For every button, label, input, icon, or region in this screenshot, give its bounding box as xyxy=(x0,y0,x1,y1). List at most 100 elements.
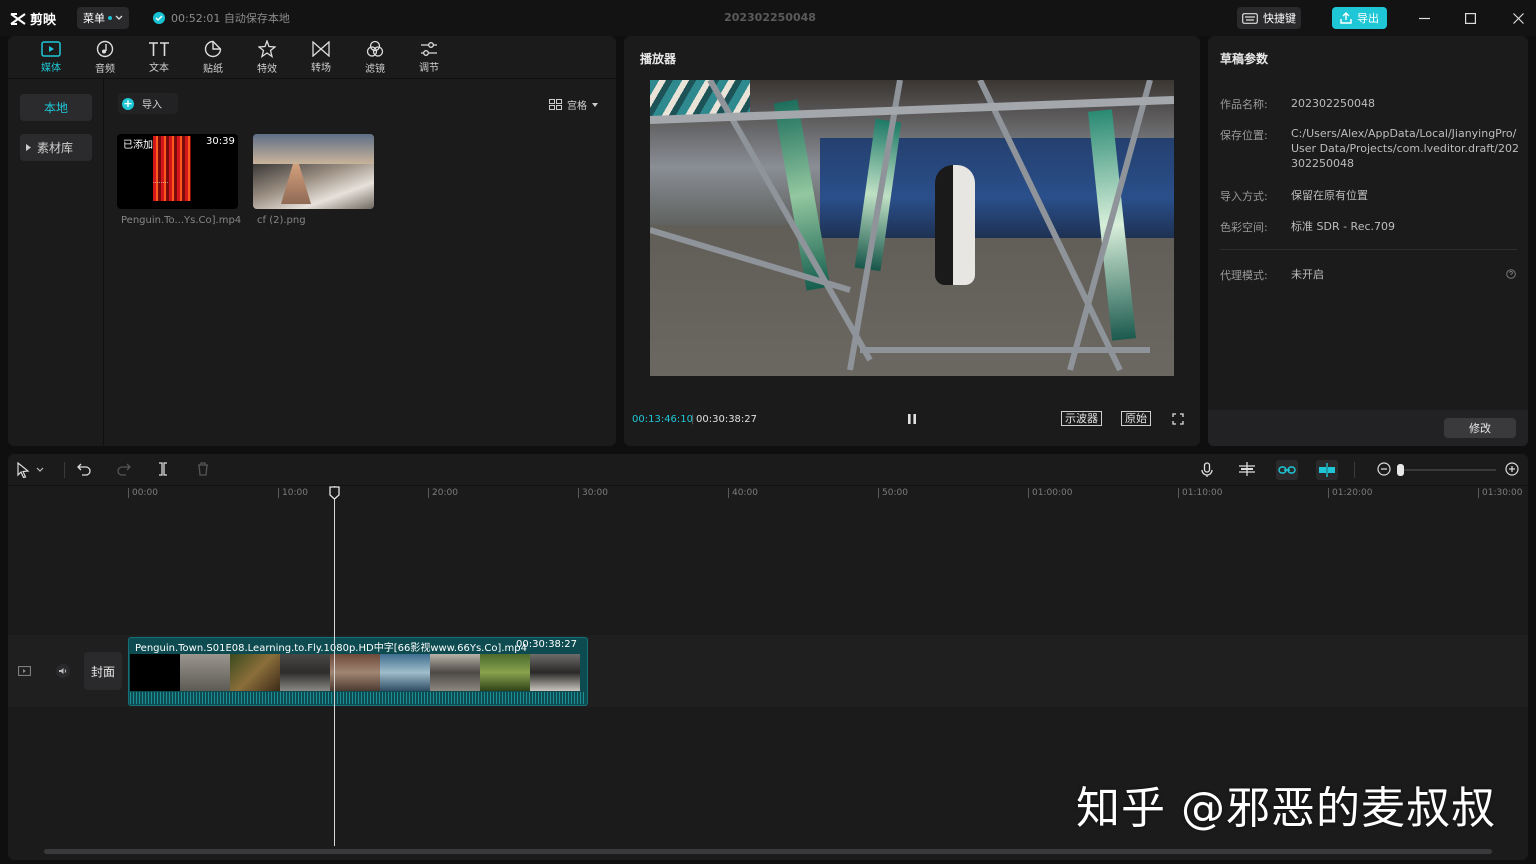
shortcut-button[interactable]: 快捷键 xyxy=(1237,7,1301,29)
import-button[interactable]: + 导入 xyxy=(118,93,178,114)
split-button[interactable] xyxy=(157,462,169,476)
pause-button[interactable] xyxy=(906,412,918,429)
player-total-time: 00:30:38:27 xyxy=(696,414,758,425)
menu-button[interactable]: 菜单 xyxy=(77,7,129,29)
delete-button[interactable] xyxy=(197,462,209,476)
track-visibility-button[interactable] xyxy=(18,665,31,679)
maximize-icon xyxy=(1464,12,1476,24)
select-tool-button[interactable] xyxy=(16,462,44,478)
cover-button[interactable]: 封面 xyxy=(84,652,122,690)
undo-button[interactable] xyxy=(77,462,91,476)
capcut-logo-icon xyxy=(10,12,26,25)
speaker-icon xyxy=(59,668,67,674)
ruler-tick: 30:00 xyxy=(578,488,608,498)
modify-button[interactable]: 修改 xyxy=(1444,418,1516,438)
preview-axis-icon xyxy=(1319,463,1335,477)
app-logo-text: 剪映 xyxy=(30,13,57,28)
project-title: 202302250048 xyxy=(724,11,816,24)
nav-library[interactable]: 素材库 xyxy=(20,134,92,161)
fullscreen-button[interactable] xyxy=(1172,413,1184,428)
minimize-button[interactable] xyxy=(1414,8,1434,28)
zoom-slider-handle[interactable] xyxy=(1397,464,1404,476)
export-button[interactable]: 导出 xyxy=(1332,7,1387,29)
caret-right-icon xyxy=(26,144,31,151)
timeline-toolbar xyxy=(8,454,1528,486)
view-mode-button[interactable]: 宫格 xyxy=(549,97,598,112)
fullscreen-icon xyxy=(1172,413,1184,425)
help-icon[interactable] xyxy=(1506,268,1516,282)
video-track-icon xyxy=(18,666,31,676)
grid-icon xyxy=(549,99,562,110)
waveform-button[interactable]: 示波器 xyxy=(1061,411,1102,426)
video-preview[interactable] xyxy=(650,80,1174,376)
tab-transition[interactable]: 转场 xyxy=(294,36,348,79)
playhead-handle[interactable] xyxy=(329,486,340,500)
video-clip[interactable]: Penguin.Town.S01E08.Learning.to.Fly.1080… xyxy=(128,637,588,706)
title-bar: 剪映 菜单 00:52:01 自动保存本地 202302250048 快捷键 导… xyxy=(0,0,1536,36)
player-title: 播放器 xyxy=(640,52,677,66)
pause-icon xyxy=(908,414,916,424)
clip-audio-waveform xyxy=(130,692,586,704)
autosave-text: 00:52:01 自动保存本地 xyxy=(171,12,290,25)
track-mute-button[interactable] xyxy=(56,664,70,678)
media-side-nav: 本地 素材库 xyxy=(8,79,104,446)
original-ratio-button[interactable]: 原始 xyxy=(1121,411,1151,426)
tab-audio[interactable]: 音频 xyxy=(78,36,132,79)
media-item-image[interactable] xyxy=(253,134,374,209)
split-icon xyxy=(159,462,167,476)
draft-field-value: C:/Users/Alex/AppData/Local/JianyingPro/… xyxy=(1291,127,1519,170)
zoom-in-icon xyxy=(1505,462,1519,476)
close-button[interactable] xyxy=(1508,8,1528,28)
export-icon xyxy=(1340,12,1352,24)
draft-divider xyxy=(1220,249,1517,250)
tab-media[interactable]: 媒体 xyxy=(24,36,78,79)
media-item-video[interactable]: ········ 已添加 30:39 xyxy=(117,134,238,209)
ruler-tick: 20:00 xyxy=(428,488,458,498)
draft-params-title: 草稿参数 xyxy=(1220,52,1269,66)
media-panel: 媒体 音频 文本 贴纸 特效 转场 滤镜 调节 本地 素材库 + 导入 宫格 ·… xyxy=(8,36,616,446)
tab-text[interactable]: 文本 xyxy=(132,36,186,79)
time-separator: | xyxy=(691,414,695,425)
preview-axis-button[interactable] xyxy=(1316,460,1338,480)
microphone-icon xyxy=(1201,462,1213,477)
tab-effects[interactable]: 特效 xyxy=(240,36,294,79)
tab-filter[interactable]: 滤镜 xyxy=(348,36,402,79)
image-thumbnail-sky xyxy=(253,134,374,164)
zoom-out-button[interactable] xyxy=(1377,462,1391,476)
draft-field-label: 色彩空间: xyxy=(1220,221,1268,234)
video-thumbnail xyxy=(153,136,191,201)
added-badge: 已添加 xyxy=(123,140,153,151)
nav-local[interactable]: 本地 xyxy=(20,94,92,121)
media-icon xyxy=(41,41,61,57)
toolbar-divider xyxy=(1354,462,1355,478)
tab-sticker[interactable]: 贴纸 xyxy=(186,36,240,79)
trash-icon xyxy=(198,462,208,476)
plus-icon: + xyxy=(122,96,134,110)
link-button[interactable] xyxy=(1276,460,1298,480)
filter-icon xyxy=(366,40,384,57)
timeline-scrollbar[interactable] xyxy=(44,849,1492,854)
zoom-in-button[interactable] xyxy=(1505,462,1519,476)
image-thumbnail-street xyxy=(253,164,374,209)
maximize-button[interactable] xyxy=(1460,8,1480,28)
draft-field-label: 导入方式: xyxy=(1220,190,1268,203)
minimize-icon xyxy=(1418,17,1430,19)
tab-adjust[interactable]: 调节 xyxy=(402,36,456,79)
effects-icon xyxy=(258,40,276,58)
redo-button[interactable] xyxy=(117,462,131,476)
video-table-frame xyxy=(650,80,1174,372)
clip-frame xyxy=(130,654,180,691)
record-audio-button[interactable] xyxy=(1201,462,1213,478)
playhead-line[interactable] xyxy=(334,486,335,846)
draft-field-value: 未开启 xyxy=(1291,268,1324,281)
import-button-label: 导入 xyxy=(142,100,162,111)
toolbar-divider xyxy=(64,462,65,478)
ruler-tick: 10:00 xyxy=(278,488,308,498)
zoom-slider-track[interactable] xyxy=(1400,469,1496,471)
tab-effects-label: 特效 xyxy=(257,64,277,75)
clip-frame xyxy=(280,654,330,691)
tab-adjust-label: 调节 xyxy=(419,63,439,74)
main-track-magnet-button[interactable] xyxy=(1238,462,1256,476)
draft-params-panel: 草稿参数 作品名称: 202302250048 保存位置: C:/Users/A… xyxy=(1208,36,1528,446)
draft-field-value: 标准 SDR - Rec.709 xyxy=(1291,220,1396,233)
